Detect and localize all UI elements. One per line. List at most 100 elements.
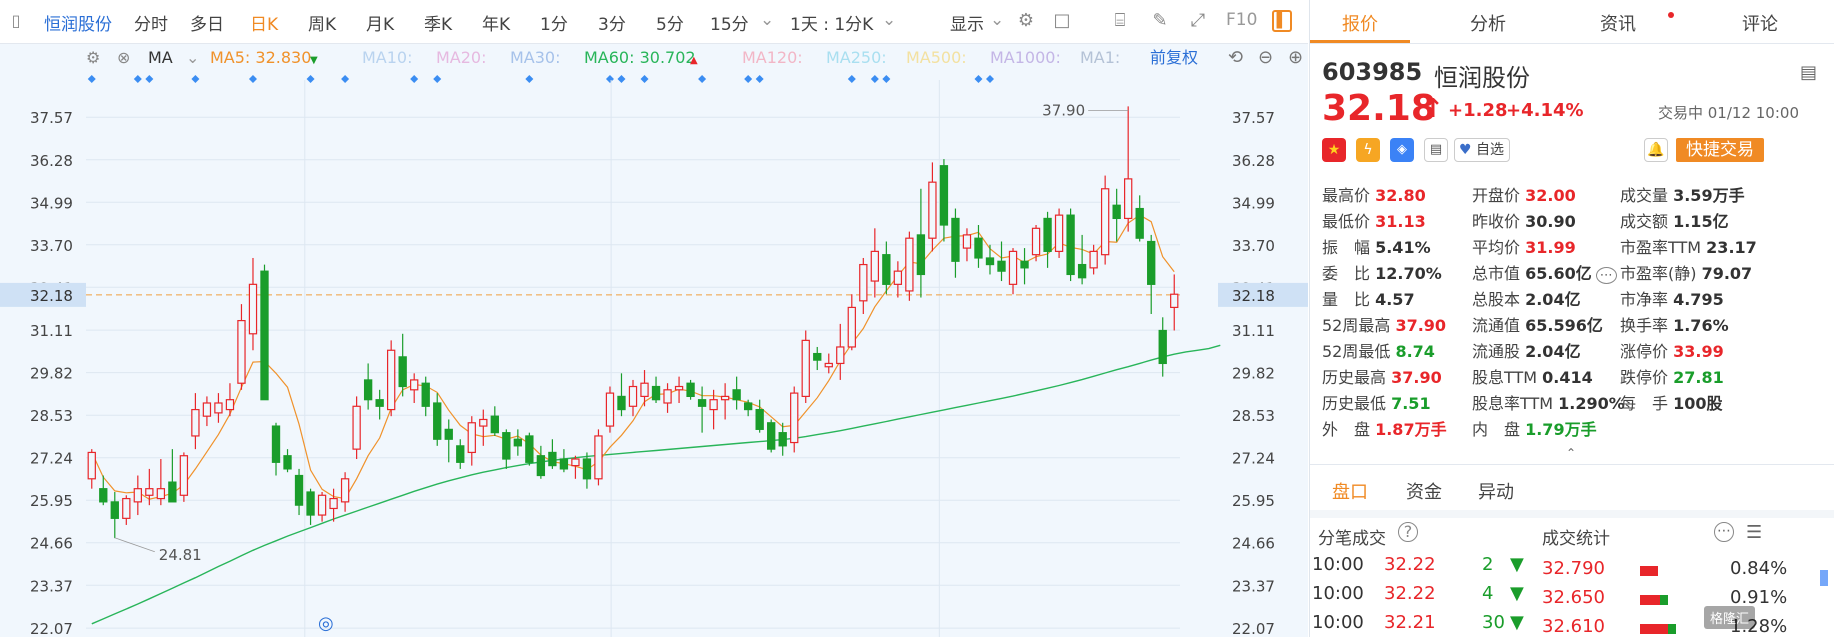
- help-icon[interactable]: ?: [1398, 522, 1418, 542]
- f10-button[interactable]: F10: [1226, 10, 1257, 30]
- interval-select[interactable]: 1天 : 1分K: [790, 10, 873, 35]
- filter-icon[interactable]: ☰: [1746, 522, 1762, 543]
- ticks-title: 分笔成交: [1318, 529, 1386, 549]
- candle: [974, 225, 983, 268]
- period-tab-3min[interactable]: 3分: [598, 10, 626, 35]
- note-icon[interactable]: ▤: [1424, 138, 1448, 162]
- stat-value: 79.07: [1701, 264, 1753, 283]
- period-tab-monthly[interactable]: 月K: [366, 10, 394, 35]
- event-marker: [882, 75, 891, 83]
- undo-icon[interactable]: ⟲: [1228, 47, 1243, 68]
- low-annotation-leader: [114, 537, 155, 553]
- period-tab-daily[interactable]: 日K: [250, 10, 278, 35]
- volume-share-bar-sell: [1660, 595, 1668, 605]
- lightning-icon[interactable]: ϟ: [1356, 138, 1380, 162]
- stock-name-tab[interactable]: 恒润股份: [44, 10, 112, 35]
- candle: [490, 406, 499, 436]
- display-menu[interactable]: 显示: [950, 10, 984, 35]
- candle: [1147, 234, 1156, 315]
- candle-body: [433, 402, 442, 440]
- period-tab-quarterly[interactable]: 季K: [424, 10, 452, 35]
- chevron-down-icon[interactable]: ⌄: [760, 10, 774, 30]
- candle: [697, 386, 707, 433]
- bell-alert-icon[interactable]: 🔔: [1644, 138, 1668, 162]
- candle: [928, 162, 937, 252]
- candle-body: [479, 418, 488, 427]
- sidebar-toggle-icon[interactable]: ▯: [4, 9, 28, 33]
- pen-draw-icon[interactable]: ✎: [1148, 9, 1172, 33]
- stat-label: 换手率: [1620, 316, 1674, 335]
- close-indicator-icon[interactable]: ⊗: [117, 48, 130, 67]
- stat-value: 65.596亿: [1525, 316, 1603, 335]
- tab-fund-flow[interactable]: 资金: [1406, 478, 1442, 504]
- candle: [674, 376, 684, 403]
- candle: [790, 386, 799, 453]
- tab-comments[interactable]: 评论: [1742, 10, 1778, 36]
- period-tab-intraday[interactable]: 分时: [134, 10, 168, 35]
- collapse-panel-icon[interactable]: ▤: [1800, 62, 1817, 83]
- tab-quote[interactable]: 报价: [1342, 10, 1378, 36]
- kline-svg[interactable]: ⚙ ⊗ MA ⌄ MA5: 32.830▼ MA10: MA20: MA30: MA60: 30…: [0, 44, 1308, 637]
- stat-item: 内 盘 1.79万手: [1472, 416, 1597, 440]
- candle-body: [191, 408, 200, 437]
- ma60-up-arrow-icon[interactable]: ▲: [690, 55, 698, 66]
- chevron-down-icon[interactable]: ⌄: [990, 10, 1004, 30]
- stat-label: 流通值: [1472, 316, 1526, 335]
- layout-square-icon[interactable]: □: [1050, 9, 1074, 33]
- stat-item: 市盈率(静) 79.07: [1620, 260, 1752, 284]
- tab-orderbook[interactable]: 盘口: [1332, 478, 1368, 504]
- candle-body: [306, 491, 315, 516]
- settings-gear-icon[interactable]: ⚙: [1014, 9, 1038, 33]
- ma5-down-arrow-icon[interactable]: ▼: [310, 55, 318, 66]
- event-marker: [974, 75, 983, 83]
- stat-value: 31.13: [1375, 212, 1426, 231]
- event-marker: [145, 75, 154, 83]
- target-icon[interactable]: ◎: [318, 613, 334, 634]
- period-tab-15min[interactable]: 15分: [710, 10, 749, 35]
- tick-volume: 4: [1482, 583, 1494, 604]
- expand-chevron-icon[interactable]: ⌃: [1566, 446, 1576, 460]
- stat-item: 每 手 100股: [1620, 390, 1723, 414]
- more-icon[interactable]: ⋯: [1714, 522, 1734, 542]
- camera-icon[interactable]: ⌸: [1108, 9, 1132, 33]
- ma60-label: MA60: 30.702: [584, 48, 696, 67]
- stat-label: 跌停价: [1620, 368, 1674, 387]
- tick-down-arrow-icon: ▼: [1510, 583, 1524, 604]
- candle: [997, 241, 1006, 282]
- scrollbar-thumb[interactable]: [1820, 570, 1828, 586]
- watchlist-button[interactable]: ♥ 自选: [1454, 138, 1510, 162]
- stat-label: 市盈率TTM: [1620, 238, 1707, 257]
- candle: [640, 370, 649, 407]
- period-tab-yearly[interactable]: 年K: [482, 10, 510, 35]
- candle: [732, 376, 741, 410]
- candle-body: [686, 382, 695, 398]
- more-icon[interactable]: ⋯: [1595, 267, 1617, 284]
- kline-chart[interactable]: ⚙ ⊗ MA ⌄ MA5: 32.830 ▼ MA10: MA20: MA30: MA60: 30…: [0, 44, 1308, 637]
- tab-movement[interactable]: 异动: [1478, 478, 1514, 504]
- adjust-mode-button[interactable]: 前复权: [1150, 48, 1198, 67]
- period-tab-multiday[interactable]: 多日: [190, 10, 224, 35]
- tab-news[interactable]: 资讯: [1600, 10, 1636, 36]
- chart-settings-icon[interactable]: ⚙: [86, 48, 100, 67]
- candle-body: [386, 349, 396, 411]
- candle: [168, 449, 177, 503]
- y-tick-label-left: 29.82: [30, 365, 73, 383]
- quick-trade-button[interactable]: 快捷交易: [1676, 138, 1764, 162]
- y-tick-label-right: 36.28: [1232, 152, 1275, 170]
- zoom-in-icon[interactable]: ⊕: [1288, 47, 1303, 68]
- candle: [1112, 188, 1121, 242]
- period-tab-weekly[interactable]: 周K: [308, 10, 336, 35]
- ma-select[interactable]: MA: [148, 48, 173, 67]
- chevron-down-icon[interactable]: ⌄: [186, 48, 199, 67]
- watermark-logo: 格隆汇: [1704, 606, 1756, 629]
- chevron-down-icon[interactable]: ⌄: [882, 10, 896, 30]
- zoom-out-icon[interactable]: ⊖: [1258, 47, 1273, 68]
- stat-item: 流通值 65.596亿: [1472, 312, 1603, 336]
- period-tab-1min[interactable]: 1分: [540, 10, 568, 35]
- tag-icon[interactable]: ◈: [1390, 138, 1414, 162]
- period-tab-5min[interactable]: 5分: [656, 10, 684, 35]
- stat-value: 31.99: [1525, 238, 1576, 257]
- tab-analysis[interactable]: 分析: [1470, 10, 1506, 36]
- fullscreen-icon[interactable]: ⤢: [1186, 9, 1210, 33]
- panel-toggle-icon[interactable]: ▌: [1272, 10, 1292, 32]
